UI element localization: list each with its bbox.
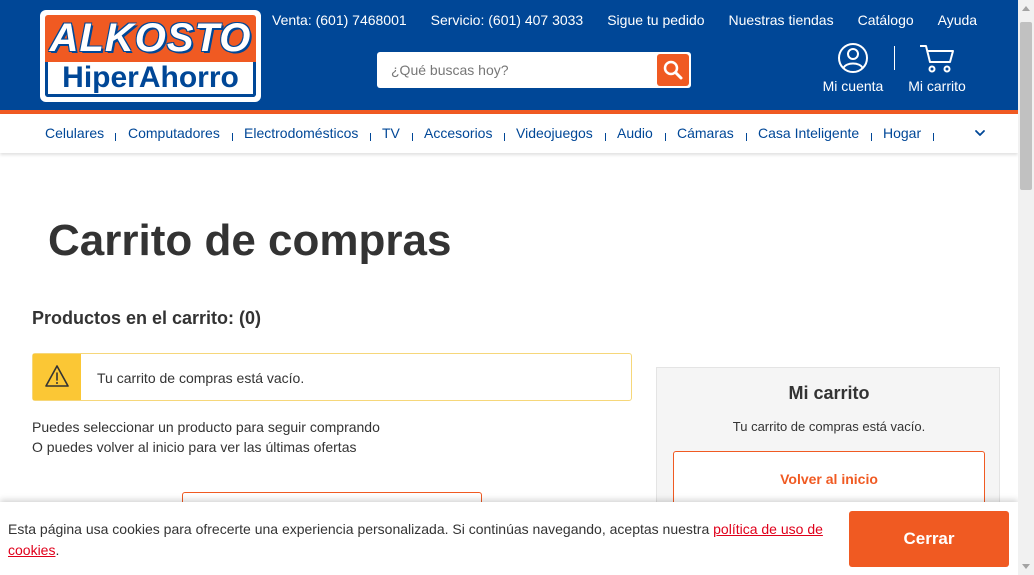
account-button[interactable]: Mi cuenta	[821, 40, 885, 94]
search-box	[377, 52, 691, 88]
cart-summary: Mi carrito Tu carrito de compras está va…	[656, 367, 1000, 517]
page-scrollbar[interactable]	[1018, 0, 1034, 575]
hint-line-2: O puedes volver al inicio para ver las ú…	[32, 439, 357, 455]
topnav-stores[interactable]: Nuestras tiendas	[729, 12, 834, 30]
topnav-sales-phone[interactable]: Venta: (601) 7468001	[272, 12, 407, 30]
topnav-catalog[interactable]: Catálogo	[858, 12, 914, 30]
category-separator	[605, 133, 606, 141]
category-accesorios[interactable]: Accesorios	[424, 125, 492, 141]
cookie-message: Esta página usa cookies para ofrecerte u…	[8, 521, 714, 537]
hint-line-1: Puedes seleccionar un producto para segu…	[32, 419, 380, 435]
alkosto-logo[interactable]: ALKOSTO HiperAhorro	[40, 10, 261, 102]
cookie-suffix: .	[55, 542, 60, 558]
products-count: Productos en el carrito: (0)	[32, 308, 262, 328]
category-separator	[232, 133, 233, 141]
topnav-service-phone[interactable]: Servicio: (601) 407 3033	[431, 12, 584, 30]
search-button[interactable]	[657, 54, 689, 86]
category-tv[interactable]: TV	[382, 125, 400, 141]
alert-icon-box	[33, 354, 81, 400]
category-nav: Celulares Computadores Electrodomésticos…	[0, 114, 1018, 153]
category-separator	[746, 133, 747, 141]
warning-icon	[45, 365, 69, 387]
cart-summary-empty: Tu carrito de compras está vacío.	[732, 419, 926, 434]
back-home-button[interactable]: Volver al inicio	[673, 451, 985, 507]
logo-bottom-text: HiperAhorro	[45, 62, 256, 97]
account-label: Mi cuenta	[822, 78, 884, 94]
cart-summary-title: Mi carrito	[788, 383, 870, 403]
empty-cart-alert: Tu carrito de compras está vacío.	[32, 353, 632, 401]
category-camaras[interactable]: Cámaras	[677, 125, 734, 141]
category-separator	[504, 133, 505, 141]
cookie-text: Esta página usa cookies para ofrecerte u…	[8, 519, 828, 561]
cart-label: Mi carrito	[908, 78, 966, 94]
topnav-help[interactable]: Ayuda	[938, 12, 977, 30]
user-icon	[838, 43, 868, 73]
logo-top-text: ALKOSTO	[45, 15, 256, 62]
topnav-track-order[interactable]: Sigue tu pedido	[607, 12, 704, 30]
chevron-down-icon[interactable]	[972, 125, 988, 141]
scroll-up-arrow-icon[interactable]	[1022, 6, 1030, 11]
header-divider	[894, 46, 895, 70]
category-separator	[871, 133, 872, 141]
category-computadores[interactable]: Computadores	[128, 125, 220, 141]
site-header: ALKOSTO HiperAhorro Venta: (601) 7468001…	[0, 0, 1018, 113]
category-separator	[933, 133, 934, 141]
page-title: Carrito de compras	[48, 216, 452, 265]
alert-text: Tu carrito de compras está vacío.	[97, 370, 305, 386]
search-icon	[663, 60, 683, 80]
scrollbar-thumb[interactable]	[1020, 22, 1032, 190]
top-nav: Venta: (601) 7468001 Servicio: (601) 407…	[272, 12, 977, 30]
category-celulares[interactable]: Celulares	[45, 125, 104, 141]
scroll-down-arrow-icon[interactable]	[1022, 564, 1030, 569]
search-input[interactable]	[377, 52, 655, 88]
category-separator	[370, 133, 371, 141]
cookie-banner: Esta página usa cookies para ofrecerte u…	[0, 502, 1018, 575]
category-electrodomesticos[interactable]: Electrodomésticos	[244, 125, 358, 141]
category-hogar[interactable]: Hogar	[883, 125, 921, 141]
category-videojuegos[interactable]: Videojuegos	[516, 125, 593, 141]
close-cookie-button[interactable]: Cerrar	[849, 511, 1009, 567]
category-separator	[412, 133, 413, 141]
cart-button[interactable]: Mi carrito	[905, 40, 969, 94]
category-separator	[665, 133, 666, 141]
category-audio[interactable]: Audio	[617, 125, 653, 141]
category-casa-inteligente[interactable]: Casa Inteligente	[758, 125, 859, 141]
category-separator	[115, 133, 116, 141]
cart-icon	[920, 45, 954, 73]
